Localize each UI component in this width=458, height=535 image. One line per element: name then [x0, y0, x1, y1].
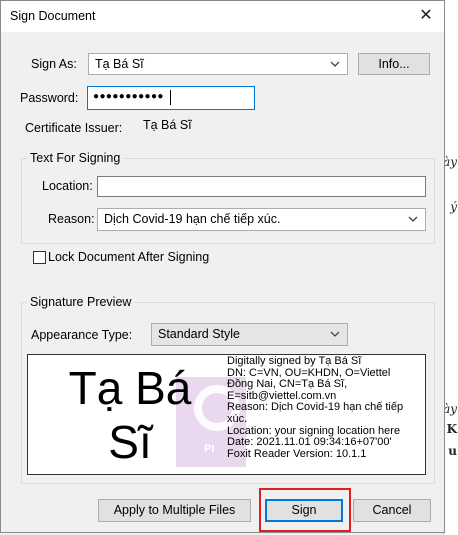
signature-detail-line: Reason: Dịch Covid-19 hạn chế tiếp: [227, 401, 404, 414]
reason-dropdown[interactable]: Dịch Covid-19 hạn chế tiếp xúc.: [97, 208, 426, 231]
apply-to-multiple-files-button[interactable]: Apply to Multiple Files: [98, 499, 251, 522]
title-bar: Sign Document ✕: [1, 1, 444, 32]
dialog-title: Sign Document: [10, 9, 96, 23]
lock-document-label[interactable]: Lock Document After Signing: [48, 250, 209, 264]
text-cursor: [170, 90, 171, 105]
appearance-type-dropdown[interactable]: Standard Style: [151, 323, 348, 346]
signature-detail-line: Digitally signed by Tạ Bá Sĩ: [227, 355, 362, 367]
certificate-issuer-label: Certificate Issuer:: [25, 121, 123, 135]
location-label: Location:: [42, 179, 93, 193]
signature-detail-line: xúc.: [227, 412, 248, 425]
signature-detail-line: Foxit Reader Version: 10.1.1: [227, 447, 367, 460]
certificate-issuer-value: Tạ Bá Sĩ: [143, 118, 192, 132]
password-label: Password:: [20, 91, 79, 105]
background-page-edge: ày ý ày K u: [443, 0, 458, 535]
sign-as-value: Tạ Bá Sĩ: [95, 57, 144, 71]
sign-document-dialog: Sign Document ✕ Sign As: Tạ Bá Sĩ Info..…: [0, 0, 445, 533]
signature-name: Tạ Bá Sĩ: [32, 361, 228, 469]
sign-as-dropdown[interactable]: Tạ Bá Sĩ: [88, 53, 348, 75]
text-for-signing-title: Text For Signing: [27, 151, 124, 165]
lock-document-checkbox[interactable]: [33, 251, 46, 264]
chevron-down-icon: [330, 61, 340, 67]
cancel-button[interactable]: Cancel: [353, 499, 431, 522]
signature-name-line-2: Sĩ: [108, 416, 152, 468]
appearance-type-label: Appearance Type:: [31, 328, 133, 342]
password-field[interactable]: ●●●●●●●●●●●: [87, 86, 255, 110]
chevron-down-icon: [408, 216, 418, 222]
password-value: ●●●●●●●●●●●: [93, 91, 164, 102]
reason-label: Reason:: [48, 212, 95, 226]
reason-value: Dịch Covid-19 hạn chế tiếp xúc.: [104, 212, 281, 226]
text-for-signing-group: [21, 158, 435, 244]
signature-preview-box: PI Tạ Bá Sĩ Digitally signed by Tạ Bá Sĩ…: [27, 354, 426, 475]
signature-details: Digitally signed by Tạ Bá Sĩ DN: C=VN, O…: [227, 355, 425, 460]
location-input[interactable]: [97, 176, 426, 197]
chevron-down-icon: [330, 331, 340, 337]
close-icon[interactable]: ✕: [414, 5, 438, 27]
sign-as-label: Sign As:: [31, 57, 77, 71]
signature-preview-title: Signature Preview: [27, 295, 135, 309]
signature-detail-line: Date: 2021.11.01 09:34:16+07'00': [227, 436, 392, 449]
appearance-type-value: Standard Style: [158, 327, 240, 341]
highlight-annotation-box: [259, 488, 351, 532]
signature-name-line-1: Tạ Bá: [68, 362, 192, 414]
info-button[interactable]: Info...: [358, 53, 430, 75]
